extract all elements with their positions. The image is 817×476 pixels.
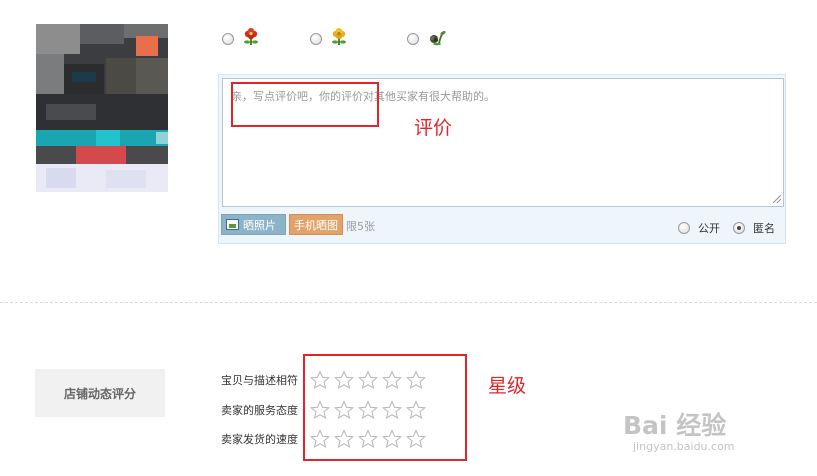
rating-option-good[interactable] bbox=[222, 28, 260, 50]
watermark-url: jingyan.baidu.com bbox=[633, 440, 735, 453]
red-flower-icon bbox=[242, 28, 260, 50]
anonymous-radio[interactable] bbox=[733, 222, 745, 234]
rating-option-neutral[interactable] bbox=[310, 28, 348, 50]
product-thumbnail bbox=[36, 24, 168, 192]
rating-option-bad[interactable] bbox=[407, 28, 447, 50]
rating-row-label: 卖家的服务态度 bbox=[221, 404, 298, 417]
yellow-flower-icon bbox=[330, 28, 348, 50]
upload-photo-button[interactable]: 晒照片 bbox=[221, 214, 286, 235]
rating-neutral-radio[interactable] bbox=[310, 33, 322, 45]
rating-bad-radio[interactable] bbox=[407, 33, 419, 45]
visibility-anonymous-option[interactable]: 匿名 bbox=[733, 220, 775, 236]
review-annotation-box bbox=[231, 82, 379, 127]
rating-good-radio[interactable] bbox=[222, 33, 234, 45]
anonymous-label: 匿名 bbox=[753, 222, 775, 235]
shop-rating-tag-label: 店铺动态评分 bbox=[63, 386, 136, 401]
public-label: 公开 bbox=[698, 222, 720, 235]
upload-photo-label: 晒照片 bbox=[243, 218, 276, 232]
resize-handle[interactable] bbox=[773, 195, 781, 203]
shop-rating-tag: 店铺动态评分 bbox=[35, 369, 165, 417]
photo-limit-text: 限5张 bbox=[346, 220, 375, 233]
mobile-upload-button[interactable]: 手机晒图 bbox=[289, 214, 343, 235]
public-radio[interactable] bbox=[678, 222, 690, 234]
review-annotation-label: 评价 bbox=[414, 117, 453, 139]
stars-annotation-label: 星级 bbox=[488, 375, 527, 397]
mobile-upload-label: 手机晒图 bbox=[294, 218, 338, 232]
wilted-flower-icon bbox=[427, 28, 447, 50]
watermark-logo: Bai 经验 bbox=[623, 411, 727, 440]
stars-annotation-box bbox=[303, 354, 467, 461]
visibility-public-option[interactable]: 公开 bbox=[678, 220, 720, 236]
section-divider bbox=[0, 302, 817, 303]
baidu-watermark: Bai 经验 jingyan.baidu.com bbox=[623, 396, 773, 466]
rating-row-label: 宝贝与描述相符 bbox=[221, 374, 298, 387]
picture-icon bbox=[226, 219, 239, 230]
rating-row-label: 卖家发货的速度 bbox=[221, 433, 298, 446]
